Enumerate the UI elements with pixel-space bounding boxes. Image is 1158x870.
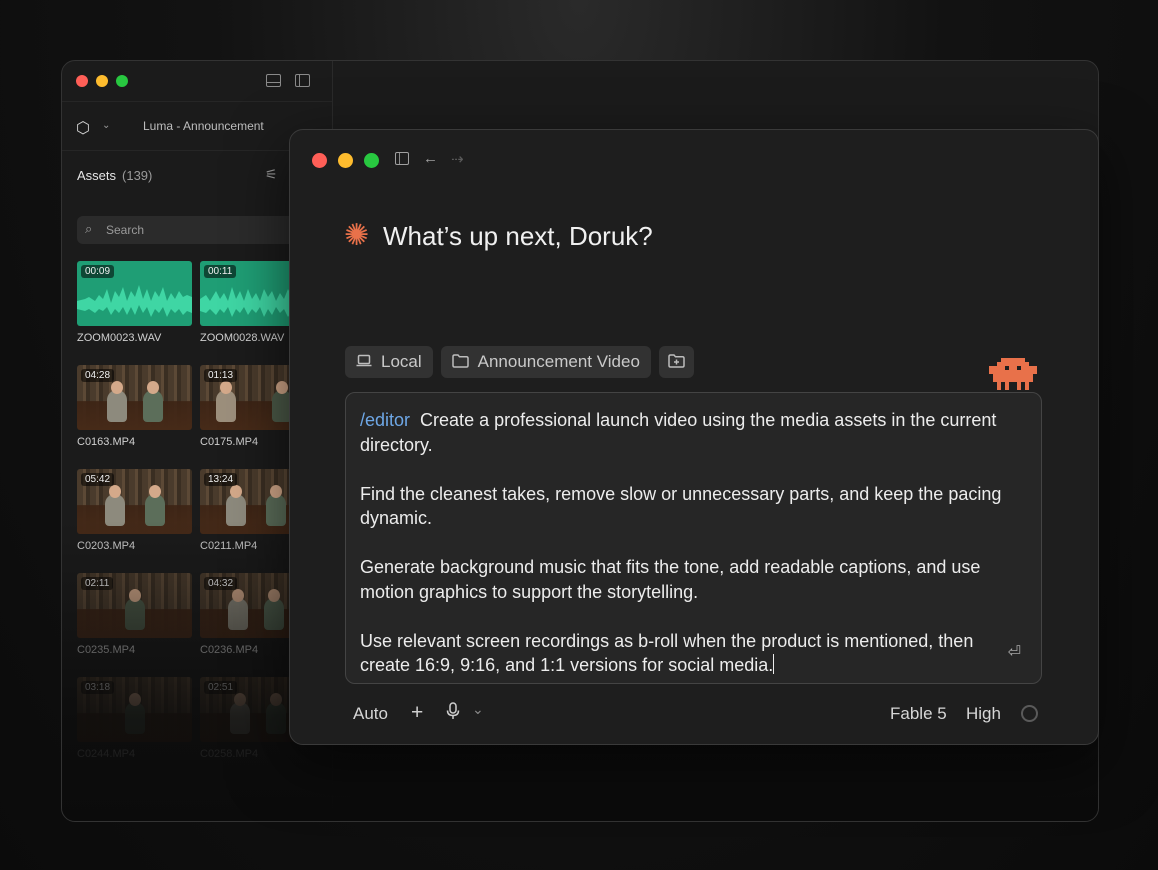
assets-label: Assets bbox=[77, 168, 117, 183]
asset-filename: C0235.MP4 bbox=[77, 644, 136, 656]
sidebar-toggle-icon[interactable] bbox=[395, 152, 409, 165]
model-selector[interactable]: Fable 5 bbox=[890, 704, 947, 724]
duration-badge: 04:28 bbox=[81, 369, 115, 382]
search-placeholder: Search bbox=[106, 223, 145, 237]
assets-header: Assets (139) bbox=[77, 168, 152, 183]
duration-badge: 00:11 bbox=[204, 265, 237, 278]
asset-tile[interactable]: 03:18 C0244.MP4 bbox=[77, 677, 192, 760]
chevron-down-icon[interactable]: ⌄ bbox=[472, 701, 484, 718]
plus-icon[interactable]: + bbox=[411, 701, 423, 725]
composer-window: ← ⇢ ✺ What’s up next, Doruk? Local Annou… bbox=[289, 129, 1099, 745]
asset-tile[interactable]: 00:09 ZOOM0023.WAV bbox=[77, 261, 192, 344]
laptop-icon bbox=[356, 354, 372, 370]
bottom-panel-icon[interactable] bbox=[266, 74, 281, 87]
text-caret bbox=[773, 654, 775, 674]
prompt-paragraph-3: Generate background music that fits the … bbox=[360, 557, 981, 602]
hexagon-icon: ⬡ bbox=[76, 120, 90, 137]
view-toggles bbox=[266, 74, 310, 87]
filter-settings-icon[interactable]: ⚟ bbox=[265, 166, 278, 183]
duration-badge: 01:13 bbox=[204, 369, 238, 382]
asset-filename: C0244.MP4 bbox=[77, 748, 136, 760]
duration-badge: 04:32 bbox=[204, 577, 238, 590]
asset-tile[interactable]: 05:42 C0203.MP4 bbox=[77, 469, 192, 552]
duration-badge: 02:51 bbox=[204, 681, 238, 694]
video-thumbnail: 03:18 bbox=[77, 677, 192, 742]
back-arrow-icon[interactable]: ← bbox=[423, 150, 438, 167]
window-controls bbox=[76, 75, 128, 87]
video-thumbnail: 04:28 bbox=[77, 365, 192, 430]
folder-chip-label: Announcement Video bbox=[477, 352, 640, 371]
minimize-window-button[interactable] bbox=[338, 153, 353, 168]
project-name: Luma - Announcement bbox=[143, 119, 264, 133]
duration-badge: 13:24 bbox=[204, 473, 238, 486]
prompt-line-1: Create a professional launch video using… bbox=[360, 410, 997, 455]
window-controls bbox=[312, 153, 379, 168]
video-thumbnail: 05:42 bbox=[77, 469, 192, 534]
greeting-title: What’s up next, Doruk? bbox=[383, 221, 653, 251]
asset-filename: C0163.MP4 bbox=[77, 436, 136, 448]
enter-return-icon[interactable]: ⏎ bbox=[1008, 641, 1021, 666]
folder-icon bbox=[451, 353, 469, 371]
asset-filename: C0203.MP4 bbox=[77, 540, 136, 552]
video-thumbnail: 02:11 bbox=[77, 573, 192, 638]
audio-waveform-thumbnail: 00:09 bbox=[77, 261, 192, 326]
sidebar-toggle-icon[interactable] bbox=[295, 74, 310, 87]
search-input[interactable]: ⌕ Search bbox=[77, 216, 317, 244]
mode-selector[interactable]: Auto bbox=[353, 704, 388, 724]
assets-count: (139) bbox=[122, 168, 153, 183]
local-chip-label: Local bbox=[381, 352, 422, 371]
folder-chip[interactable]: Announcement Video bbox=[440, 346, 651, 378]
duration-badge: 02:11 bbox=[81, 577, 114, 590]
prompt-paragraph-4: Use relevant screen recordings as b-roll… bbox=[360, 630, 974, 676]
add-folder-button[interactable] bbox=[658, 346, 694, 378]
composer-footer: Auto + ⌄ Fable 5 High bbox=[353, 701, 1038, 726]
sparkle-icon: ✺ bbox=[344, 219, 370, 252]
duration-badge: 05:42 bbox=[81, 473, 115, 486]
asset-filename: ZOOM0023.WAV bbox=[77, 332, 162, 344]
duration-badge: 00:09 bbox=[81, 265, 115, 278]
asset-tile[interactable]: 04:28 C0163.MP4 bbox=[77, 365, 192, 448]
duration-badge: 03:18 bbox=[81, 681, 115, 694]
maximize-window-button[interactable] bbox=[364, 153, 379, 168]
prompt-input[interactable]: /editor Create a professional launch vid… bbox=[345, 392, 1042, 684]
close-window-button[interactable] bbox=[312, 153, 327, 168]
asset-filename: C0258.MP4 bbox=[200, 748, 259, 760]
asset-tile[interactable]: 02:11 C0235.MP4 bbox=[77, 573, 192, 656]
chevron-down-icon[interactable]: ⌄ bbox=[102, 120, 110, 131]
forward-arrow-icon[interactable]: ⇢ bbox=[451, 150, 464, 168]
local-chip[interactable]: Local bbox=[345, 346, 433, 378]
context-chips: Local Announcement Video bbox=[345, 346, 694, 378]
maximize-window-button[interactable] bbox=[116, 75, 128, 87]
effort-selector[interactable]: High bbox=[966, 704, 1001, 724]
microphone-icon[interactable] bbox=[446, 702, 460, 725]
folder-plus-icon bbox=[668, 353, 685, 371]
minimize-window-button[interactable] bbox=[96, 75, 108, 87]
close-window-button[interactable] bbox=[76, 75, 88, 87]
prompt-paragraph-2: Find the cleanest takes, remove slow or … bbox=[360, 483, 1002, 529]
search-icon: ⌕ bbox=[85, 221, 93, 236]
status-ring-icon[interactable] bbox=[1021, 705, 1038, 722]
slash-command: /editor bbox=[360, 410, 411, 430]
